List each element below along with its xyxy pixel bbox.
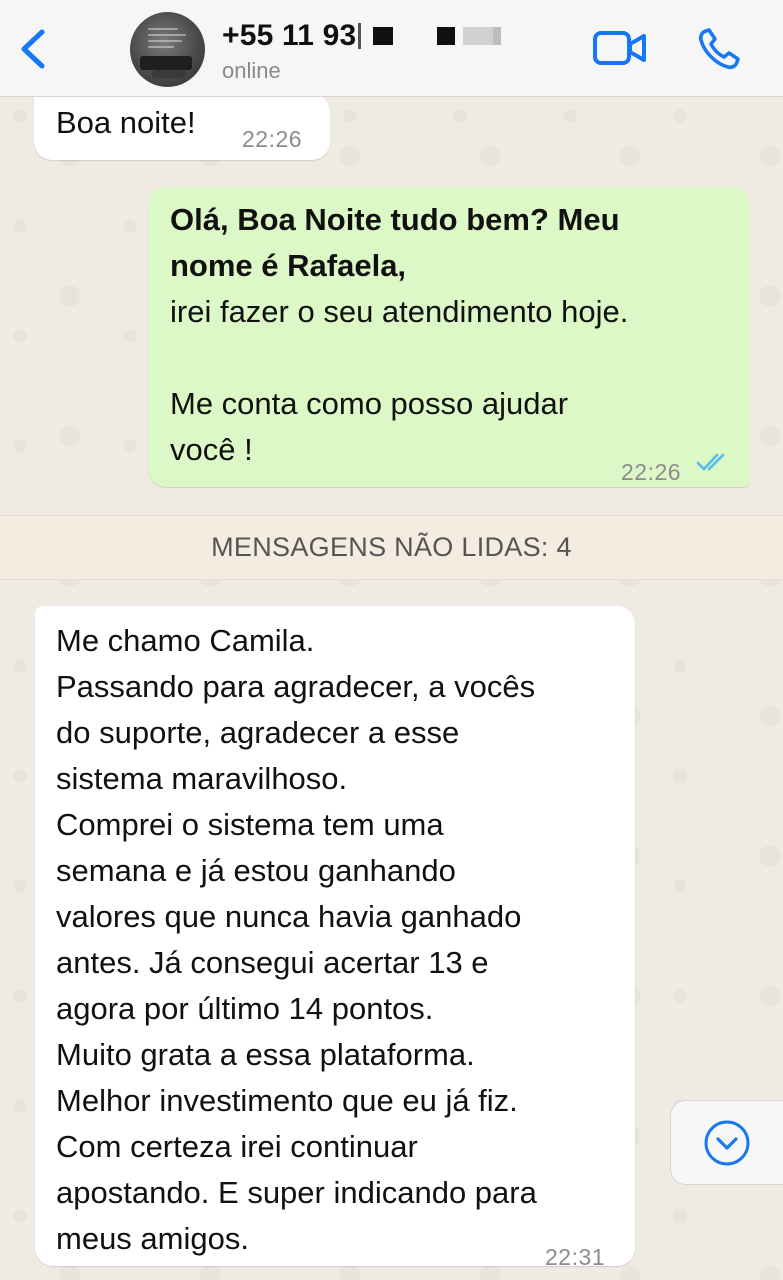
redaction-block — [373, 27, 394, 45]
message-line: Comprei o sistema tem uma — [56, 807, 444, 842]
phone-icon — [698, 28, 740, 70]
message-line: meus amigos. — [56, 1221, 249, 1256]
message-time: 22:26 — [242, 126, 303, 152]
message-text: Olá, Boa Noite tudo bem? Meu nome é Rafa… — [170, 197, 740, 473]
message-line: irei fazer o seu atendimento hoje. — [170, 294, 629, 329]
avatar[interactable] — [130, 12, 205, 87]
video-camera-icon — [593, 31, 646, 65]
message-line: do suporte, agradecer a esse — [56, 715, 460, 750]
message-line: Muito grata a essa plataforma. — [56, 1037, 475, 1072]
outgoing-message[interactable]: Olá, Boa Noite tudo bem? Meu nome é Rafa… — [148, 187, 750, 487]
message-line-bold: Olá, Boa Noite tudo bem? Meu — [170, 202, 620, 237]
message-time: 22:31 — [545, 1244, 606, 1270]
message-text: Me chamo Camila. Passando para agradecer… — [56, 618, 626, 1262]
contact-status: online — [222, 58, 281, 83]
message-line: Me chamo Camila. — [56, 623, 315, 658]
redaction-block — [463, 27, 494, 45]
message-line: Passando para agradecer, a vocês — [56, 669, 536, 704]
incoming-message[interactable]: Boa noite! 22:26 — [34, 94, 330, 160]
video-call-button[interactable] — [592, 30, 648, 66]
incoming-message[interactable]: Me chamo Camila. Passando para agradecer… — [35, 606, 635, 1270]
contact-title[interactable]: +55 11 93 — [222, 18, 502, 54]
scroll-to-bottom-button[interactable] — [670, 1100, 783, 1185]
message-line: Com certeza irei continuar — [56, 1129, 418, 1164]
contact-name: +55 11 93 — [222, 19, 357, 52]
chevron-down-circle-icon — [704, 1120, 750, 1166]
message-line: Me conta como posso ajudar — [170, 386, 569, 421]
redaction-block — [358, 23, 362, 49]
message-line: Melhor investimento que eu já fiz. — [56, 1083, 518, 1118]
message-line: antes. Já consegui acertar 13 e — [56, 945, 489, 980]
message-time: 22:26 — [621, 459, 682, 485]
message-line: sistema maravilhoso. — [56, 761, 348, 796]
redaction-block — [437, 27, 456, 45]
redaction-block — [493, 27, 502, 45]
voice-call-button[interactable] — [696, 26, 742, 72]
message-line-bold: nome é Rafaela, — [170, 248, 407, 283]
message-text: Boa noite! — [56, 105, 196, 140]
unread-messages-banner: MENSAGENS NÃO LIDAS: 4 — [0, 515, 783, 580]
message-line: agora por último 14 pontos. — [56, 991, 434, 1026]
chevron-left-icon — [21, 29, 45, 69]
message-line — [170, 335, 740, 381]
message-line: apostando. E super indicando para — [56, 1175, 537, 1210]
chat-header: +55 11 93 online — [0, 0, 783, 97]
message-line: valores que nunca havia ganhado — [56, 899, 522, 934]
back-button[interactable] — [14, 26, 54, 72]
double-check-icon — [696, 453, 725, 471]
message-line: semana e já estou ganhando — [56, 853, 456, 888]
